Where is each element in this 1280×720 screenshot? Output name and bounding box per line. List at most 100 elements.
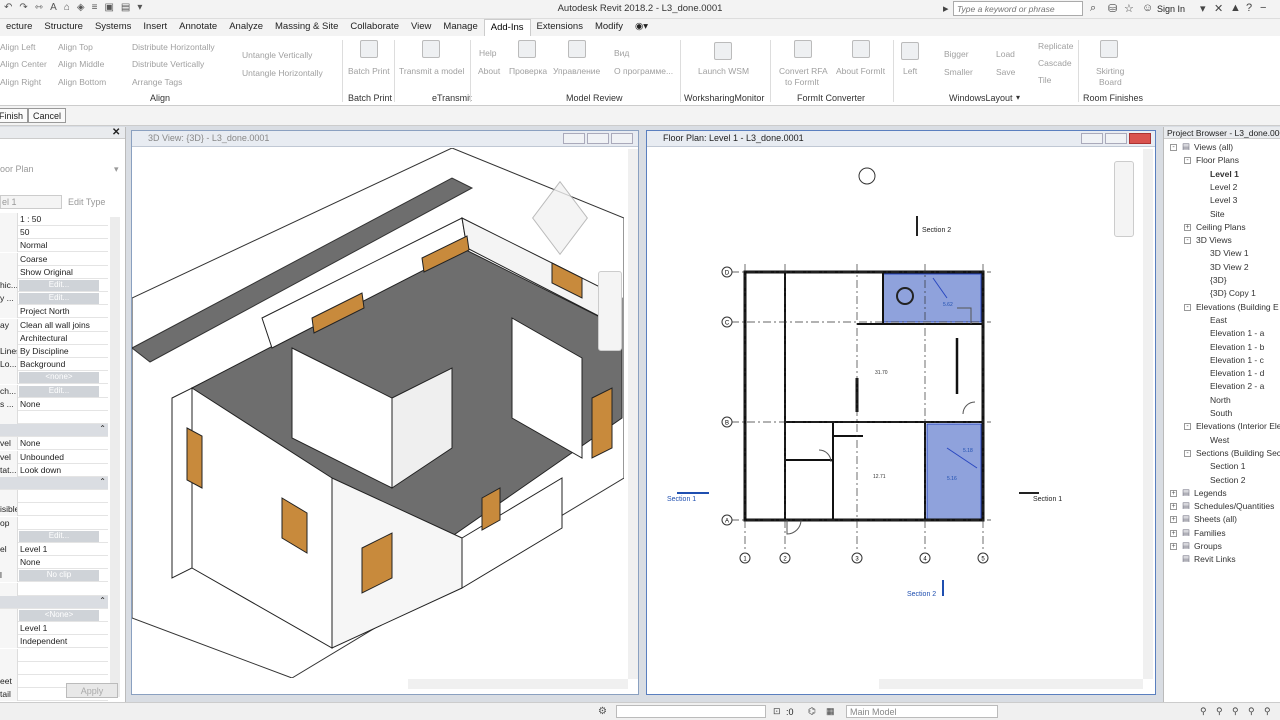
skirting-button[interactable]: Skirting — [1096, 66, 1124, 76]
floor-plan-window[interactable]: Floor Plan: Level 1 - L3_done.0001 Secti… — [646, 130, 1156, 695]
select-underlay-icon[interactable]: ⚲ — [1216, 706, 1223, 717]
3d-maximize-button[interactable] — [587, 133, 609, 144]
tree-toggle-icon[interactable]: + — [1170, 516, 1177, 524]
property-value[interactable]: None — [20, 557, 40, 567]
property-row[interactable]: vel None — [0, 437, 108, 451]
property-row[interactable]: None — [0, 556, 108, 570]
browser-item[interactable]: Site — [1210, 209, 1225, 219]
property-edit-button[interactable]: Edit... — [19, 293, 99, 305]
property-row[interactable]: 1 : 50 — [0, 213, 108, 226]
browser-item[interactable]: Schedules/Quantities — [1194, 501, 1274, 511]
property-row[interactable]: LinesBy Discipline — [0, 345, 108, 358]
arrange-tags-button[interactable]: Arrange Tags — [132, 77, 182, 87]
sign-in-dropdown-icon[interactable]: ▾ — [1200, 2, 1206, 15]
property-row[interactable]: ay Clean all wall joins — [0, 318, 108, 332]
property-value[interactable]: 1 : 50 — [20, 214, 41, 224]
browser-item[interactable]: Section 2 — [1210, 475, 1245, 485]
about-program-button[interactable]: О программе... — [614, 66, 673, 76]
plan-maximize-button[interactable] — [1105, 133, 1127, 144]
launch-wsm-button[interactable]: Launch WSM — [698, 66, 749, 76]
browser-item[interactable]: Elevations (Building E — [1196, 302, 1279, 312]
property-row[interactable] — [0, 661, 108, 675]
contextual-tab-dropdown-icon[interactable]: ◉▾ — [629, 19, 654, 36]
property-value[interactable]: 50 — [20, 227, 29, 237]
property-row[interactable]: s ... None — [0, 397, 108, 411]
browser-item[interactable]: Section 1 — [1210, 461, 1245, 471]
finish-button[interactable]: Finish — [0, 108, 29, 123]
browser-item[interactable]: Level 1 — [1210, 169, 1239, 179]
tab-annotate[interactable]: Annotate — [173, 19, 223, 36]
plan-horizontal-scrollbar[interactable] — [879, 679, 1143, 689]
property-value[interactable]: Level 1 — [20, 544, 47, 554]
tree-toggle-icon[interactable]: - — [1184, 449, 1191, 457]
3d-view-window[interactable]: 3D View: {3D} - L3_done.0001 — [131, 130, 639, 695]
untangle-vertically-button[interactable]: Untangle Vertically — [242, 50, 312, 60]
tree-toggle-icon[interactable]: - — [1184, 157, 1191, 165]
tab-modify[interactable]: Modify — [589, 19, 629, 36]
align-bottom-button[interactable]: Align Bottom — [58, 77, 106, 87]
apply-button[interactable]: Apply — [66, 683, 118, 698]
3d-vertical-scrollbar[interactable] — [628, 149, 638, 679]
to-formit-label[interactable]: to FormIt — [785, 77, 819, 87]
properties-scrollbar[interactable] — [110, 217, 120, 697]
browser-item[interactable]: Elevation 1 - c — [1210, 355, 1264, 365]
search-expand-icon[interactable]: ▸ — [943, 2, 949, 15]
collapse-group-icon[interactable]: ⌃ — [99, 477, 106, 486]
type-dropdown-icon[interactable]: ▾ — [114, 164, 119, 175]
property-row[interactable]: tat... Look down — [0, 463, 108, 477]
property-edit-button[interactable]: No clip — [19, 570, 99, 582]
browser-item[interactable]: Elevation 1 - d — [1210, 368, 1264, 378]
design-options-icon[interactable]: ▦ — [826, 706, 835, 717]
select-links-icon[interactable]: ⚲ — [1200, 706, 1207, 717]
proverka-button[interactable]: Проверка — [509, 66, 547, 76]
close-properties-icon[interactable]: ✕ — [112, 127, 120, 138]
browser-item[interactable]: South — [1210, 408, 1232, 418]
property-row[interactable]: el Level 1 — [0, 543, 108, 556]
3d-close-button[interactable] — [611, 133, 633, 144]
view-filter-select[interactable]: el 1 — [0, 195, 62, 209]
property-row[interactable]: <None> — [0, 609, 108, 622]
align-center-button[interactable]: Align Center — [0, 59, 47, 69]
batch-print-button[interactable]: Batch Print — [348, 66, 390, 76]
property-edit-button[interactable]: <None> — [19, 610, 99, 621]
property-value[interactable]: Unbounded — [20, 452, 64, 462]
property-row[interactable]: Level 1 — [0, 622, 108, 636]
property-row[interactable]: <none> — [0, 371, 108, 385]
tree-toggle-icon[interactable]: - — [1184, 303, 1191, 311]
tab-massing-site[interactable]: Massing & Site — [269, 19, 344, 36]
help-icon[interactable]: ? — [1246, 2, 1252, 14]
favorites-star-icon[interactable]: ☆ — [1124, 2, 1134, 15]
transmit-model-button[interactable]: Transmit a model — [399, 66, 464, 76]
about-formit-button[interactable]: About FormIt — [836, 66, 885, 76]
minimize-icon[interactable]: − — [1260, 2, 1266, 14]
align-left-button[interactable]: Align Left — [0, 42, 35, 52]
batch-print-icon[interactable] — [360, 40, 378, 58]
browser-item[interactable]: {3D} Copy 1 — [1210, 288, 1256, 298]
property-group-header[interactable]: ⌃ — [0, 424, 108, 438]
convert-rfa-button[interactable]: Convert RFA — [779, 66, 828, 76]
distribute-horizontally-button[interactable]: Distribute Horizontally — [132, 42, 215, 52]
browser-item[interactable]: 3D Views — [1196, 235, 1232, 245]
browser-item[interactable]: Ceiling Plans — [1196, 222, 1246, 232]
cascade-button[interactable]: Cascade — [1038, 58, 1072, 68]
board-label[interactable]: Board — [1099, 77, 1122, 87]
elevation-marker[interactable] — [858, 167, 876, 185]
property-value[interactable]: By Discipline — [20, 346, 69, 356]
help-search-input[interactable] — [953, 1, 1083, 16]
workset-select[interactable] — [616, 705, 766, 718]
tab-add-ins[interactable]: Add-Ins — [483, 19, 531, 36]
property-edit-button[interactable]: Edit... — [19, 385, 99, 397]
property-value[interactable]: Clean all wall joins — [20, 320, 90, 330]
plan-vertical-scrollbar[interactable] — [1143, 149, 1153, 679]
browser-item[interactable]: Sections (Building Sec — [1196, 448, 1280, 458]
property-edit-button[interactable]: Edit... — [19, 530, 99, 542]
window-left-icon[interactable] — [901, 42, 919, 60]
property-row[interactable]: Lo... Background — [0, 358, 108, 372]
tree-toggle-icon[interactable]: + — [1170, 529, 1177, 537]
browser-item[interactable]: 3D View 2 — [1210, 262, 1249, 272]
browser-item[interactable]: Families — [1194, 528, 1226, 538]
drag-on-select-icon[interactable]: ⚲ — [1264, 706, 1271, 717]
3d-minimize-button[interactable] — [563, 133, 585, 144]
browser-item[interactable]: {3D} — [1210, 275, 1227, 285]
autodesk-a360-icon[interactable]: ▲ — [1230, 2, 1241, 14]
